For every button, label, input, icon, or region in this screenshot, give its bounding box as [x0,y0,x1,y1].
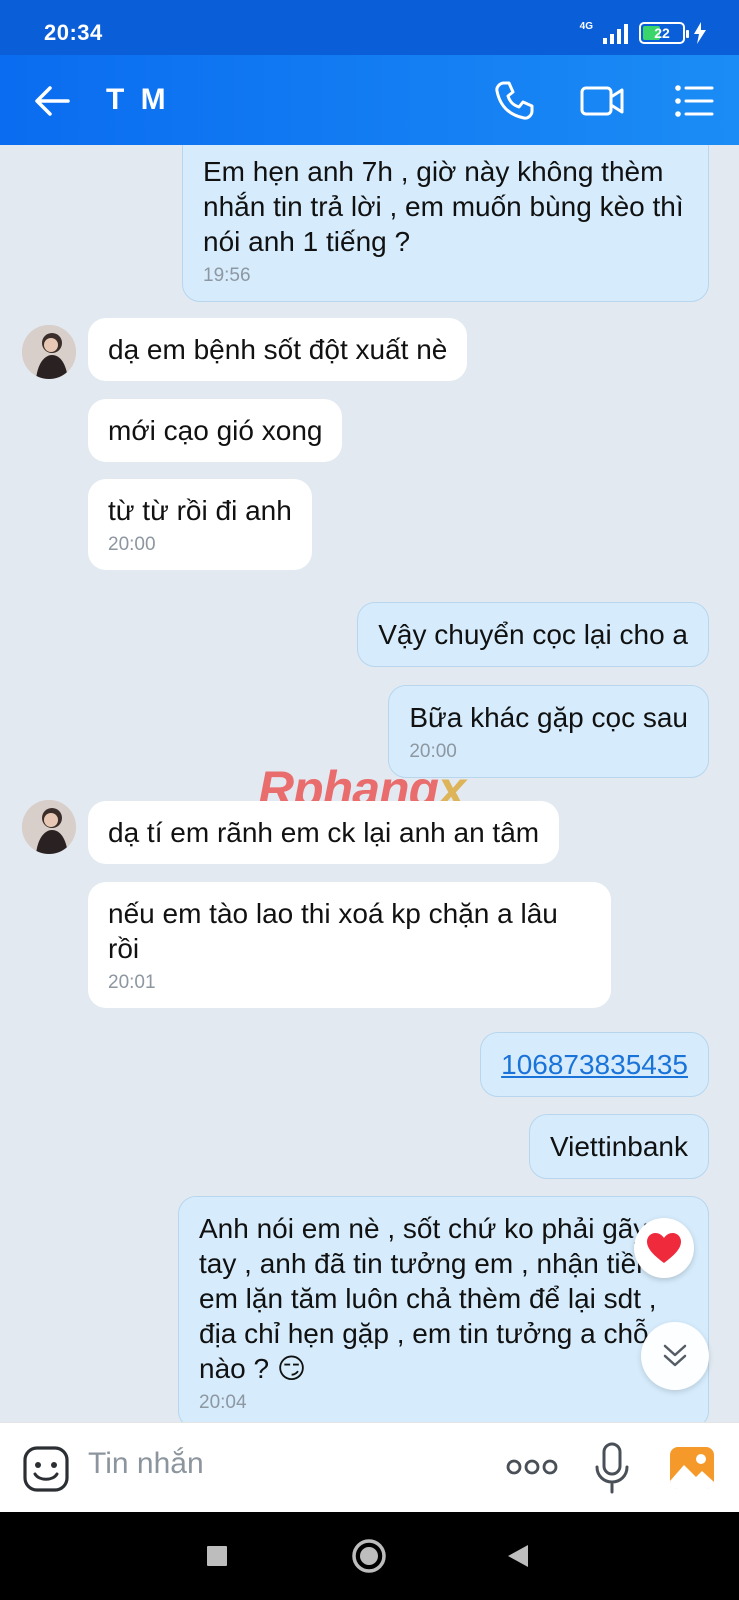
message-text: từ từ rồi đi anh [108,495,292,526]
message-list[interactable]: Em hẹn anh 7h , giờ này không thèm nhắn … [0,145,739,1422]
message-text: nếu em tào lao thi xoá kp chặn a lâu rồi [108,898,558,964]
message-bubble-received[interactable]: dạ tí em rãnh em ck lại anh an tâm [88,801,560,864]
chat-header: T M [0,55,739,145]
message-text: Vậy chuyển cọc lại cho a [378,619,688,650]
message-text: Viettinbank [549,1131,688,1162]
message-bubble-sent[interactable]: Em hẹn anh 7h , giờ này không thèm nhắn … [182,145,709,302]
system-navigation-bar [0,1512,739,1600]
avatar-photo [22,325,76,379]
message-text: dạ tí em rãnh em ck lại anh an tâm [108,817,540,848]
message-time: 19:56 [203,265,251,286]
back-triangle-icon[interactable] [506,1543,530,1569]
signal-icon [603,24,628,44]
battery-icon: 22 [639,22,689,44]
contact-name[interactable]: T M [106,83,170,117]
message-time: 20:01 [108,972,156,993]
message-bubble-sent[interactable]: 106873835435 [480,1032,709,1097]
message-text: Bữa khác gặp cọc sau [409,702,688,733]
more-options-icon[interactable] [506,1457,558,1477]
contact-avatar[interactable] [22,325,76,379]
message-bubble-received[interactable]: nếu em tào lao thi xoá kp chặn a lâu rồi… [88,882,611,1008]
message-text: Em hẹn anh 7h , giờ này không thèm nhắn … [203,156,684,257]
status-icons: 4G 22 [580,20,707,46]
recent-apps-icon[interactable] [205,1544,229,1568]
message-bubble-sent[interactable]: Vậy chuyển cọc lại cho a [357,602,709,667]
back-arrow-icon[interactable] [30,79,74,123]
scroll-to-bottom-button[interactable] [641,1322,709,1390]
status-time: 20:34 [44,20,103,45]
message-text: dạ em bệnh sốt đột xuất nè [108,334,448,365]
video-call-icon[interactable] [578,77,626,125]
sticker-emoji-icon[interactable] [22,1445,70,1493]
contact-avatar[interactable] [22,800,76,854]
phone-call-icon[interactable] [490,77,538,125]
account-number-link[interactable]: 106873835435 [501,1049,688,1080]
message-bubble-received[interactable]: dạ em bệnh sốt đột xuất nè [88,318,468,381]
battery-level: 22 [654,25,670,41]
double-chevron-down-icon [663,1344,687,1367]
message-bubble-received[interactable]: từ từ rồi đi anh 20:00 [88,479,312,570]
react-heart-button[interactable] [634,1218,694,1278]
image-gallery-icon[interactable] [668,1445,716,1491]
menu-list-icon[interactable] [670,77,718,125]
home-icon[interactable] [351,1538,387,1574]
microphone-icon[interactable] [592,1441,632,1495]
message-bubble-sent[interactable]: Anh nói em nè , sốt chứ ko phải gãy tay … [178,1196,709,1422]
avatar-photo [22,800,76,854]
message-input[interactable]: Tin nhắn [88,1447,204,1481]
message-bubble-received[interactable]: mới cạo gió xong [88,399,343,462]
message-bubble-sent[interactable]: Viettinbank [528,1114,709,1179]
status-bar: 20:34 4G 22 [0,0,739,55]
message-time: 20:04 [199,1392,247,1413]
message-time: 20:00 [108,534,156,555]
message-text: mới cạo gió xong [108,415,323,446]
message-text: Anh nói em nè , sốt chứ ko phải gãy tay … [199,1213,657,1384]
charging-icon [694,22,706,44]
heart-icon [647,1233,681,1263]
network-type: 4G [579,21,593,32]
message-input-bar: Tin nhắn [0,1422,739,1512]
